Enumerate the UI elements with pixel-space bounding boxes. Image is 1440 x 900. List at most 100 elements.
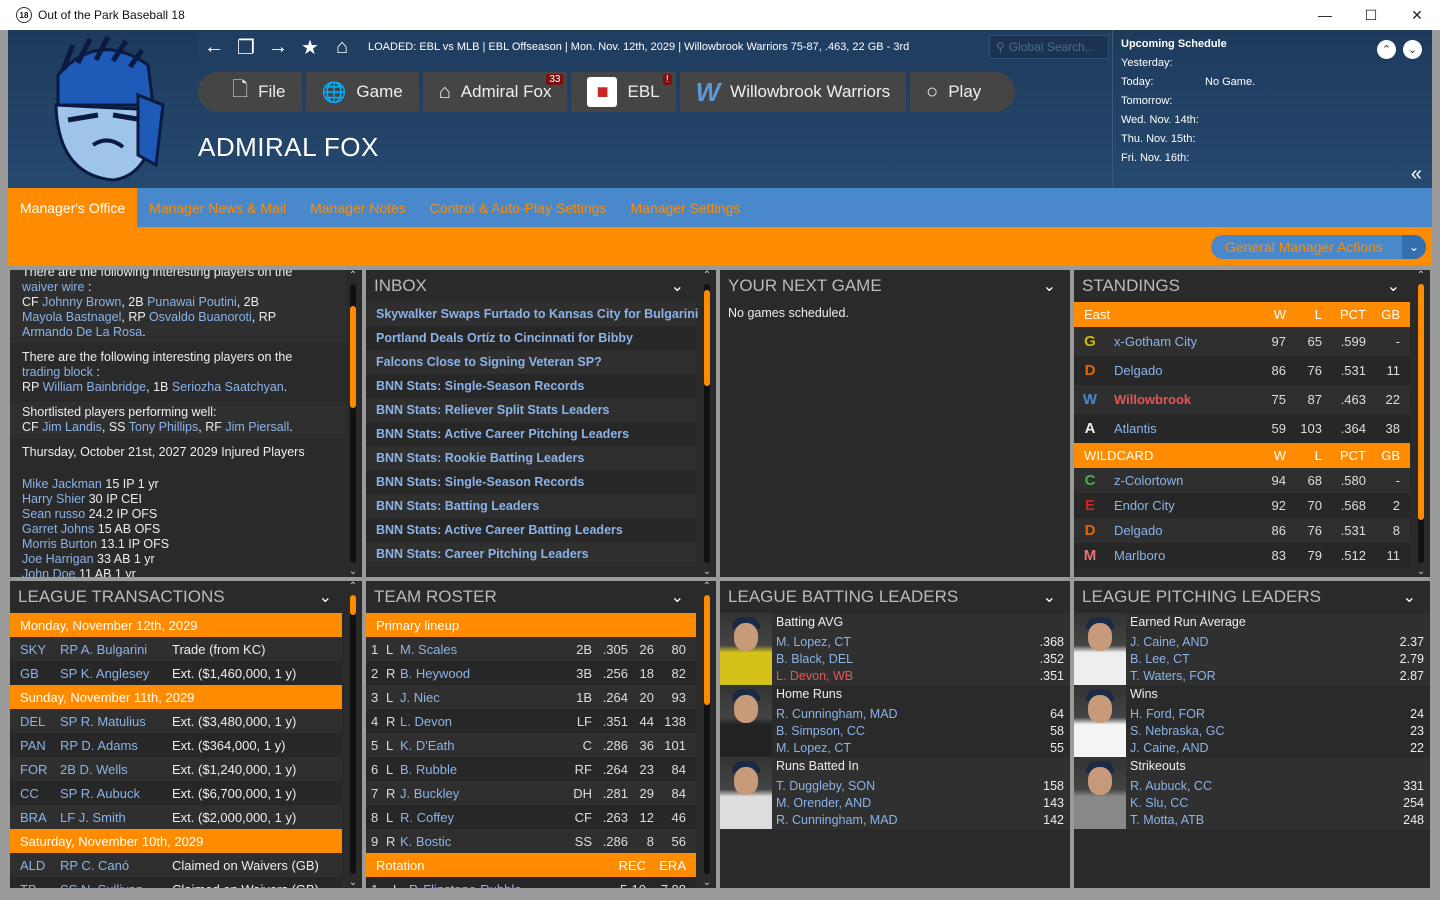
player-link[interactable]: RP A. Bulgarini: [60, 642, 172, 657]
inbox-message[interactable]: Skywalker Swaps Furtado to Kansas City f…: [366, 302, 698, 326]
team-link[interactable]: x-Gotham City: [1114, 334, 1256, 349]
chevron-down-icon[interactable]: ⌄: [319, 587, 332, 607]
tab-manager-settings[interactable]: Manager Settings: [618, 188, 752, 227]
inbox-message[interactable]: BNN Stats: Reliever Split Stats Leaders: [366, 398, 696, 422]
player-link[interactable]: RP C. Canó: [60, 858, 172, 873]
player-link[interactable]: T. Duggleby, SON: [776, 779, 875, 793]
nav-admiral-fox-button[interactable]: ⌂ Admiral Fox 33: [422, 72, 568, 112]
copy-page-icon[interactable]: ❐: [230, 35, 262, 60]
scroll-down-icon[interactable]: ⌄: [1403, 40, 1422, 59]
player-link[interactable]: R. Coffey: [400, 810, 566, 825]
standings-row[interactable]: D Delgado 86 76 .531 11: [1074, 356, 1410, 385]
player-link[interactable]: William Bainbridge: [43, 380, 147, 394]
lineup-row[interactable]: 9 R K. Bostic SS .286 8 56: [366, 829, 696, 853]
player-link[interactable]: J. Caine, AND: [1130, 635, 1209, 649]
lineup-row[interactable]: 2 R B. Heywood 3B .256 18 82: [366, 661, 696, 685]
player-link[interactable]: K. Bostic: [400, 834, 566, 849]
player-link[interactable]: LF J. Smith: [60, 810, 172, 825]
player-link[interactable]: John Doe: [22, 567, 76, 577]
minimize-button[interactable]: —: [1302, 0, 1348, 30]
standings-row[interactable]: E Endor City 92 70 .568 2: [1074, 493, 1410, 518]
player-link[interactable]: Mayola Bastnagel: [22, 310, 121, 324]
player-link[interactable]: Jim Piersall: [225, 420, 289, 434]
player-link[interactable]: M. Lopez, CT: [776, 741, 851, 755]
inbox-message[interactable]: Falcons Close to Signing Veteran SP?: [366, 350, 696, 374]
chevron-down-icon[interactable]: ⌄: [1387, 276, 1400, 296]
player-link[interactable]: K. D'Eath: [400, 738, 566, 753]
team-link[interactable]: Delgado: [1114, 363, 1256, 378]
inbox-message[interactable]: BNN Stats: Active Career Batting Leaders: [366, 518, 696, 542]
nav-file-button[interactable]: 🗋 File: [198, 72, 302, 112]
lineup-row[interactable]: 4 R L. Devon LF .351 44 138: [366, 709, 696, 733]
scrollbar[interactable]: ⌃ ⌄: [346, 270, 360, 577]
scroll-down-icon[interactable]: ⌄: [346, 877, 360, 888]
scrollbar[interactable]: ⌃ ⌄: [346, 581, 360, 888]
team-link[interactable]: Willowbrook: [1114, 392, 1256, 407]
chevron-down-icon[interactable]: ⌄: [671, 276, 684, 296]
standings-row[interactable]: M Marlboro 83 79 .512 11: [1074, 543, 1410, 568]
waiver-wire-link[interactable]: waiver wire: [22, 280, 85, 294]
player-photo[interactable]: [720, 685, 772, 757]
forward-arrow-icon[interactable]: →: [262, 36, 294, 59]
player-link[interactable]: Morris Burton: [22, 537, 97, 551]
scroll-up-icon[interactable]: ⌃: [346, 581, 360, 592]
global-search-input[interactable]: ⚲ Global Search...: [989, 35, 1109, 59]
chevron-down-icon[interactable]: ⌄: [1403, 587, 1416, 607]
player-photo[interactable]: [1074, 613, 1126, 685]
nav-play-button[interactable]: ○ Play: [910, 72, 1016, 112]
scrollbar[interactable]: ⌃ ⌄: [700, 270, 714, 577]
team-link[interactable]: Endor City: [1114, 498, 1256, 513]
lineup-row[interactable]: 8 L R. Coffey CF .263 12 46: [366, 805, 696, 829]
player-link[interactable]: Joe Harrigan: [22, 552, 94, 566]
player-photo[interactable]: [720, 613, 772, 685]
team-link[interactable]: z-Colortown: [1114, 473, 1256, 488]
team-abbr-link[interactable]: BRA: [20, 810, 60, 825]
inbox-message[interactable]: BNN Stats: Rookie Batting Leaders: [366, 446, 696, 470]
player-link[interactable]: SP R. Matulius: [60, 714, 172, 729]
general-manager-actions-button[interactable]: General Manager Actions ⌄: [1211, 235, 1426, 259]
team-link[interactable]: Marlboro: [1114, 548, 1256, 563]
player-link[interactable]: T. Motta, ATB: [1130, 813, 1204, 827]
inbox-message[interactable]: BNN Stats: Active Career Pitching Leader…: [366, 422, 696, 446]
inbox-message[interactable]: BNN Stats: Single-Season Records: [366, 374, 696, 398]
team-abbr-link[interactable]: GB: [20, 666, 60, 681]
lineup-row[interactable]: 7 R J. Buckley DH .281 29 84: [366, 781, 696, 805]
team-abbr-link[interactable]: DEL: [20, 714, 60, 729]
player-link[interactable]: R. Cunningham, MAD: [776, 813, 898, 827]
player-link[interactable]: Tony Phillips: [129, 420, 198, 434]
lineup-row[interactable]: 3 L J. Niec 1B .264 20 93: [366, 685, 696, 709]
player-link[interactable]: B. Heywood: [400, 666, 566, 681]
player-link[interactable]: M. Lopez, CT: [776, 635, 851, 649]
player-link[interactable]: Seriozha Saatchyan: [172, 380, 284, 394]
team-abbr-link[interactable]: ALD: [20, 858, 60, 873]
player-link[interactable]: Garret Johns: [22, 522, 94, 536]
rotation-row[interactable]: 1LP. Flinstone-Rubble5-107.88: [366, 877, 696, 888]
player-link[interactable]: Armando De La Rosa: [22, 325, 142, 339]
scroll-up-icon[interactable]: ⌃: [346, 270, 360, 281]
standings-row[interactable]: W Willowbrook 75 87 .463 22: [1074, 385, 1410, 414]
team-abbr-link[interactable]: CC: [20, 786, 60, 801]
player-link[interactable]: Punawai Poutini: [147, 295, 237, 309]
team-abbr-link[interactable]: SKY: [20, 642, 60, 657]
player-link[interactable]: Mike Jackman: [22, 477, 102, 491]
star-bookmark-icon[interactable]: ★: [294, 35, 326, 60]
player-link[interactable]: R. Cunningham, MAD: [776, 707, 898, 721]
trading-block-link[interactable]: trading block: [22, 365, 93, 379]
team-abbr-link[interactable]: PAN: [20, 738, 60, 753]
player-link[interactable]: B. Black, DEL: [776, 652, 853, 666]
player-link[interactable]: Johnny Brown: [42, 295, 121, 309]
team-abbr-link[interactable]: TB: [20, 882, 60, 889]
player-link[interactable]: L. Devon, WB: [776, 669, 853, 683]
lineup-row[interactable]: 1 L M. Scales 2B .305 26 80: [366, 637, 696, 661]
back-arrow-icon[interactable]: ←: [198, 36, 230, 59]
nav-game-button[interactable]: 🌐 Game: [305, 72, 419, 112]
lineup-row[interactable]: 5 L K. D'Eath C .286 36 101: [366, 733, 696, 757]
tab-manager-s-office[interactable]: Manager's Office: [8, 188, 138, 227]
player-link[interactable]: SS N. Sullivan: [60, 882, 172, 889]
player-link[interactable]: Harry Shier: [22, 492, 85, 506]
player-link[interactable]: R. Aubuck, CC: [1130, 779, 1212, 793]
team-link[interactable]: Atlantis: [1114, 421, 1256, 436]
close-button[interactable]: ✕: [1394, 0, 1440, 30]
team-abbr-link[interactable]: FOR: [20, 762, 60, 777]
standings-row[interactable]: Cz-Colortown 94 68 .580 -: [1074, 468, 1410, 493]
